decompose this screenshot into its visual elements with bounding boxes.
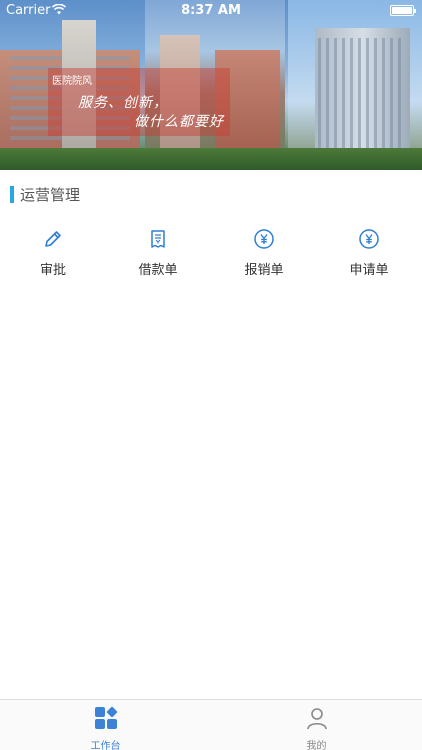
reimbursement-label: 报销单 — [244, 263, 284, 278]
person-icon — [305, 706, 329, 734]
hospital-banner[interactable]: 医院院风 服务、创新， 做什么都要好 — [0, 0, 422, 170]
yen-circle-icon — [357, 227, 381, 251]
screen: 医院院风 服务、创新， 做什么都要好 Carrier 8:37 AM 运营管理 … — [0, 0, 422, 750]
yen-circle-icon — [252, 227, 276, 251]
battery-icon — [390, 5, 416, 16]
tab-mine[interactable]: 我的 — [211, 706, 422, 750]
loan-form-label: 借款单 — [138, 263, 178, 278]
status-time: 8:37 AM — [181, 3, 241, 18]
banner-slogan-line1: 服务、创新， — [78, 95, 168, 111]
banner-tag: 医院院风 — [52, 76, 92, 87]
tab-mine-label: 我的 — [306, 741, 327, 750]
banner-glass-windows — [318, 38, 406, 158]
tab-workbench-label: 工作台 — [90, 741, 121, 750]
application-form-button[interactable]: 申请单 — [316, 227, 422, 283]
approval-button[interactable]: 审批 — [0, 227, 106, 283]
status-bar: Carrier 8:37 AM — [0, 0, 422, 22]
application-form-label: 申请单 — [349, 263, 389, 278]
pencil-icon — [41, 227, 65, 251]
banner-slogan-line2: 做什么都要好 — [134, 114, 224, 130]
banner-lawn — [0, 148, 422, 170]
section-header: 运营管理 — [10, 185, 81, 204]
approval-label: 审批 — [39, 263, 66, 278]
grid-icon — [94, 706, 118, 734]
receipt-icon — [146, 227, 170, 251]
tab-workbench[interactable]: 工作台 — [0, 706, 211, 750]
reimbursement-button[interactable]: 报销单 — [211, 227, 317, 283]
section-title: 运营管理 — [20, 185, 81, 204]
section-accent-bar — [10, 185, 14, 203]
tab-bar: 工作台 我的 — [0, 699, 422, 750]
loan-form-button[interactable]: 借款单 — [105, 227, 211, 283]
function-grid: 审批 借款单 报销单 申请单 — [0, 227, 422, 287]
